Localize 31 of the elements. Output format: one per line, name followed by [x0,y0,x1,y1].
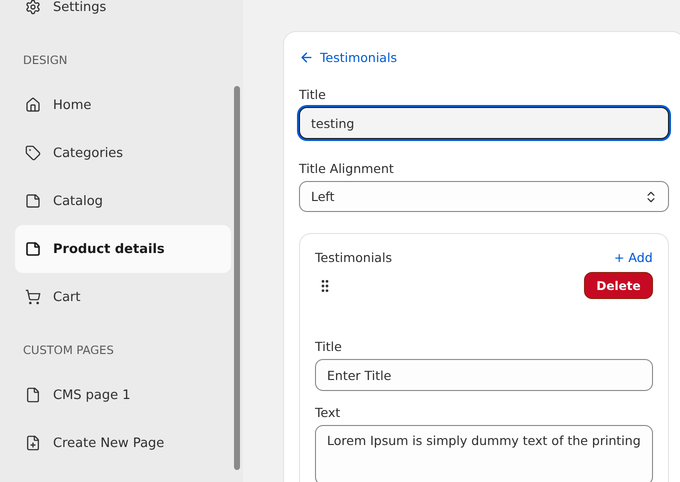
sidebar-item[interactable]: Home [15,81,231,129]
field-label: Title [299,87,327,102]
field-label: Title Alignment [299,161,395,176]
sidebar-item[interactable]: Catalog [15,177,231,225]
note-icon [25,193,41,209]
home-icon [25,97,41,113]
text-area[interactable]: Lorem Ipsum is simply dummy text of the printing [315,425,653,482]
file-icon [25,387,41,403]
add-button[interactable]: + Add [614,250,653,265]
sidebar-item[interactable]: Categories [15,129,231,177]
settings-icon [25,0,41,15]
title-input[interactable]: Enter Title [315,359,653,391]
section-heading: DESIGN [22,52,68,69]
file-plus-icon [25,435,41,451]
sidebar-item[interactable]: Settings [15,0,231,31]
sidebar-item[interactable]: CMS page 1 [15,371,231,419]
field-label: Title [315,339,343,354]
alignment-select[interactable]: Left [299,181,669,212]
note-icon [25,241,41,257]
delete-button[interactable]: Delete [584,272,653,299]
title-input[interactable]: testing [299,107,669,139]
cart-icon [25,289,41,305]
field-label: Text [315,405,342,420]
tag-icon [25,145,41,161]
scrollbar[interactable] [234,86,240,470]
panel-heading: Testimonials [315,250,392,265]
section-heading: CUSTOM PAGES [22,342,115,359]
sidebar-item[interactable]: Create New Page [15,419,231,467]
sidebar-item[interactable]: Product details [15,225,231,273]
sidebar-item[interactable]: Cart [15,273,231,321]
back-link[interactable]: Testimonials [299,50,397,65]
